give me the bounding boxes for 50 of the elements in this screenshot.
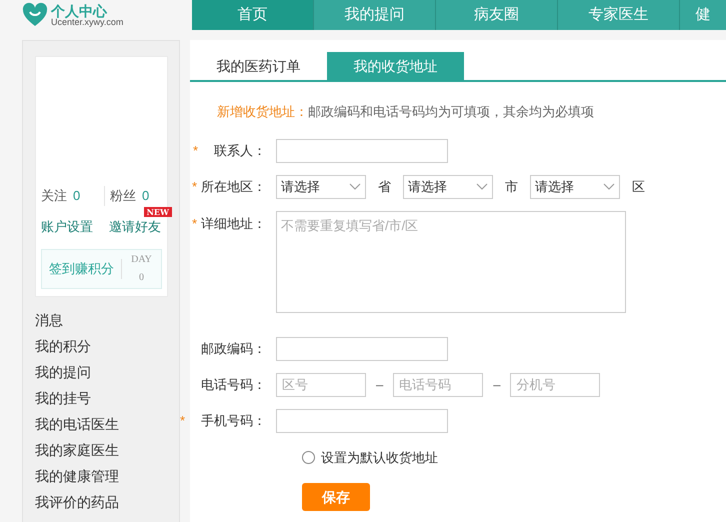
field-label: 详细地址： (201, 214, 266, 232)
sidebar-item[interactable]: 我的家庭医生 (35, 437, 167, 463)
chevron-down-icon (349, 182, 361, 190)
select-dropdown[interactable]: 请选择 (530, 174, 620, 198)
new-badge: NEW (144, 206, 172, 216)
unit-label: 市 (505, 178, 518, 196)
unit-label: 区 (632, 178, 645, 196)
field-label: 手机号码： (200, 412, 266, 430)
separator: – (376, 376, 384, 394)
unit-label: 省 (378, 178, 391, 196)
required-mark: * (192, 214, 197, 232)
phone-input[interactable]: 电话号码 (393, 372, 484, 396)
input-field[interactable] (276, 336, 448, 360)
select-dropdown[interactable]: 请选择 (403, 174, 493, 198)
profile-link[interactable]: 邀请好友 (109, 216, 161, 236)
sidebar-item[interactable]: 我的积分 (35, 333, 167, 359)
phone-input[interactable]: 区号 (276, 372, 366, 396)
field-label: 电话号码： (201, 376, 266, 394)
address-textarea[interactable]: 不需要重复填写省/市/区 (276, 210, 626, 312)
profile-link[interactable]: 账户设置 (41, 216, 93, 236)
sidebar-item[interactable]: 我的提问 (35, 359, 167, 385)
radio-button[interactable] (302, 450, 315, 464)
radio-label: 设置为默认收货地址 (321, 448, 438, 466)
sidebar-item[interactable]: 我的挂号 (35, 385, 167, 411)
chevron-down-icon (603, 182, 615, 190)
stat-count: 0 (142, 187, 150, 205)
phone-input[interactable]: 分机号 (510, 372, 600, 396)
sidebar-item[interactable]: 我评价的药品 (35, 489, 167, 515)
day-count: 0 (139, 271, 144, 285)
required-mark: * (192, 142, 198, 160)
logo-title: 个人中心 (51, 4, 108, 18)
field-label: 联系人： (213, 142, 266, 160)
logo-subtitle: Ucenter.xywy.com (51, 18, 124, 26)
stat-count: 0 (73, 187, 80, 205)
input-field[interactable] (276, 408, 448, 432)
required-mark: * (192, 178, 197, 196)
sidebar-item[interactable]: 我的电话医生 (35, 411, 167, 437)
sidebar-item[interactable]: 消息 (35, 307, 167, 333)
separator: – (493, 376, 500, 394)
sidebar-item[interactable]: 我的健康管理 (35, 463, 167, 489)
day-label: DAY (131, 253, 152, 267)
stat-label: 关注 (41, 187, 67, 205)
form-notice: 新增收货地址：邮政编码和电话号码均为可填项，其余均为必填项 (217, 103, 595, 121)
stat-label: 粉丝 (110, 187, 136, 205)
field-label: 邮政编码： (201, 340, 266, 358)
required-mark: * (180, 412, 185, 430)
select-dropdown[interactable]: 请选择 (276, 174, 366, 198)
input-field[interactable] (276, 138, 448, 162)
field-label: 所在地区： (201, 178, 266, 196)
chevron-down-icon (476, 182, 488, 190)
